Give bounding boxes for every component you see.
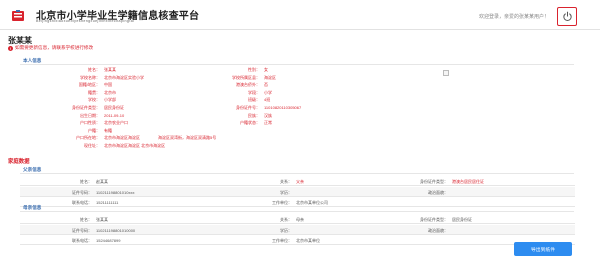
info-value: 北京农业户口: [104, 120, 128, 126]
info-value: 4班: [264, 97, 271, 103]
info-value: 张某某: [104, 67, 116, 72]
info-value: 北京市海淀区海淀区: [104, 135, 140, 141]
power-icon: [562, 11, 572, 22]
info-value: 2011-09-10: [104, 112, 125, 118]
family-label: 学历：: [280, 189, 292, 195]
info-label: 国籍/地区：: [78, 82, 100, 88]
info-row: 学校： 小学部 班级： 4班: [0, 97, 600, 105]
family-row: 联系电话： 15244687899 工作单位： 北京市某单位: [20, 235, 575, 245]
info-row: 国籍/地区： 中国 港澳台侨外： 否: [0, 82, 600, 90]
family-value: 母亲: [296, 217, 304, 222]
info-value: 小学部: [104, 97, 116, 103]
info-label: 性别：: [248, 67, 260, 72]
family-value: 父亲: [296, 179, 304, 184]
family-value: 张某某: [96, 217, 108, 222]
top-header: 北京市小学毕业生学籍信息核查平台 Beijingshixiaoxuebiyesh…: [0, 0, 600, 30]
info-value-extra: 海淀区双湾街，海淀区双清路5号: [158, 135, 217, 141]
family-value: 北京市某单位公司: [296, 200, 328, 205]
info-row: 现住址： 北京市海淀区海淀区 北京市海淀区: [0, 143, 600, 151]
export-button[interactable]: 导出到纸件: [514, 242, 572, 256]
info-value: 正常: [264, 120, 272, 126]
update-notice: ! 如需要更新信息，请联系学校进行修改: [8, 45, 93, 51]
welcome-text: 欢迎登录，亲爱的张某某用户！: [479, 14, 550, 20]
family-label: 政治面貌：: [428, 189, 448, 195]
family-data-title: 家庭数据: [8, 159, 30, 165]
family-label: 政治面貌：: [428, 227, 448, 233]
family-label: 身份证件类型：: [420, 179, 448, 184]
info-label: 出生日期：: [80, 112, 100, 118]
info-row: 户口性质： 北京农业户口 户籍状态： 正常: [0, 120, 600, 128]
family-row: 证件号码： 110211198801010000 学历： 政治面貌：: [20, 224, 575, 235]
divider: [20, 211, 574, 212]
school-logo-icon: [12, 10, 24, 21]
info-label: 学段：: [248, 89, 260, 95]
divider: [20, 173, 574, 174]
info-label: 户籍：: [88, 127, 100, 133]
info-value: 有籍: [104, 127, 112, 133]
info-value: 女: [264, 67, 268, 72]
family-label: 工作单位：: [272, 238, 292, 243]
info-label: 户籍状态：: [240, 120, 260, 126]
app-subtitle: Beijingshixiaoxuebiyeshengxuejixinxihech…: [36, 19, 135, 23]
info-label: 班级：: [248, 97, 260, 103]
family-value: 居民身份证: [452, 217, 472, 222]
alert-icon: !: [8, 45, 13, 51]
family-value: 港澳台居民居住证: [452, 179, 484, 184]
info-value: 汉族: [264, 112, 272, 118]
family-label: 证件号码：: [72, 227, 92, 233]
family-label: 关系：: [280, 179, 292, 184]
family-value: 15244687899: [96, 238, 121, 243]
info-value: 北京市海淀区海淀区 北京市海淀区: [104, 143, 166, 148]
info-row: 姓名： 张某某 性别： 女: [0, 67, 600, 75]
info-label: 学校：: [88, 97, 100, 103]
family-label: 学历：: [280, 227, 292, 233]
info-label: 户口性质：: [80, 120, 100, 126]
info-value: 北京市: [104, 89, 116, 95]
info-label: 现住址：: [84, 143, 100, 148]
info-value: 否: [264, 82, 268, 88]
notice-text: 如需要更新信息，请联系学校进行修改: [15, 45, 94, 50]
family-value: 北京市某单位: [296, 238, 320, 243]
family-row: 姓名： 赵某某 关系： 父亲 身份证件类型： 港澳台居民居住证: [20, 176, 575, 186]
family-value: 110211198801010000: [96, 227, 136, 233]
info-value: 小学: [264, 89, 272, 95]
info-label: 学校所属区县：: [232, 74, 260, 80]
info-row: 身份证件类型： 居民身份证 身份证件号： 11010820110305067: [0, 105, 600, 113]
info-label: 港澳台侨外：: [236, 82, 260, 88]
family-label: 身份证件类型：: [420, 217, 448, 222]
info-value: 北京市海淀区实验小学: [104, 74, 144, 80]
family-label: 姓名：: [80, 217, 92, 222]
family-value: 110211198801010xxx: [96, 189, 135, 195]
info-label: 籍贯：: [88, 89, 100, 95]
family-label: 工作单位：: [272, 200, 292, 205]
info-value: 海淀区: [264, 74, 276, 80]
family-label: 证件号码：: [72, 189, 92, 195]
info-value: 中国: [104, 82, 112, 88]
info-row: 学校名称： 北京市海淀区实验小学 学校所属区县： 海淀区: [0, 75, 600, 83]
info-label: 身份证件号：: [236, 105, 260, 110]
family-value: 赵某某: [96, 179, 108, 184]
info-label: 户口所在地：: [76, 135, 100, 141]
info-label: 民族：: [248, 112, 260, 118]
family-row: 证件号码： 110211198801010xxx 学历： 政治面貌：: [20, 186, 575, 197]
logout-button[interactable]: [557, 7, 577, 26]
info-label: 姓名：: [88, 67, 100, 72]
info-label: 身份证件类型：: [72, 105, 100, 110]
family-label: 关系：: [280, 217, 292, 222]
info-row: 出生日期： 2011-09-10 民族： 汉族: [0, 113, 600, 121]
family-label: 姓名：: [80, 179, 92, 184]
family-label: 联系电话：: [72, 238, 92, 243]
family-value: 15211111111: [96, 200, 119, 205]
family-label: 联系电话：: [72, 200, 92, 205]
divider: [20, 64, 574, 65]
student-photo: [443, 70, 449, 76]
info-row: 户口所在地： 北京市海淀区海淀区 海淀区双湾街，海淀区双清路5号: [0, 135, 600, 143]
info-label: 学校名称：: [80, 74, 100, 80]
info-value: 11010820110305067: [264, 105, 302, 110]
family-row: 姓名： 张某某 关系： 母亲 身份证件类型： 居民身份证: [20, 214, 575, 224]
family-row: 联系电话： 15211111111 工作单位： 北京市某单位公司: [20, 197, 575, 207]
info-value: 居民身份证: [104, 105, 124, 110]
